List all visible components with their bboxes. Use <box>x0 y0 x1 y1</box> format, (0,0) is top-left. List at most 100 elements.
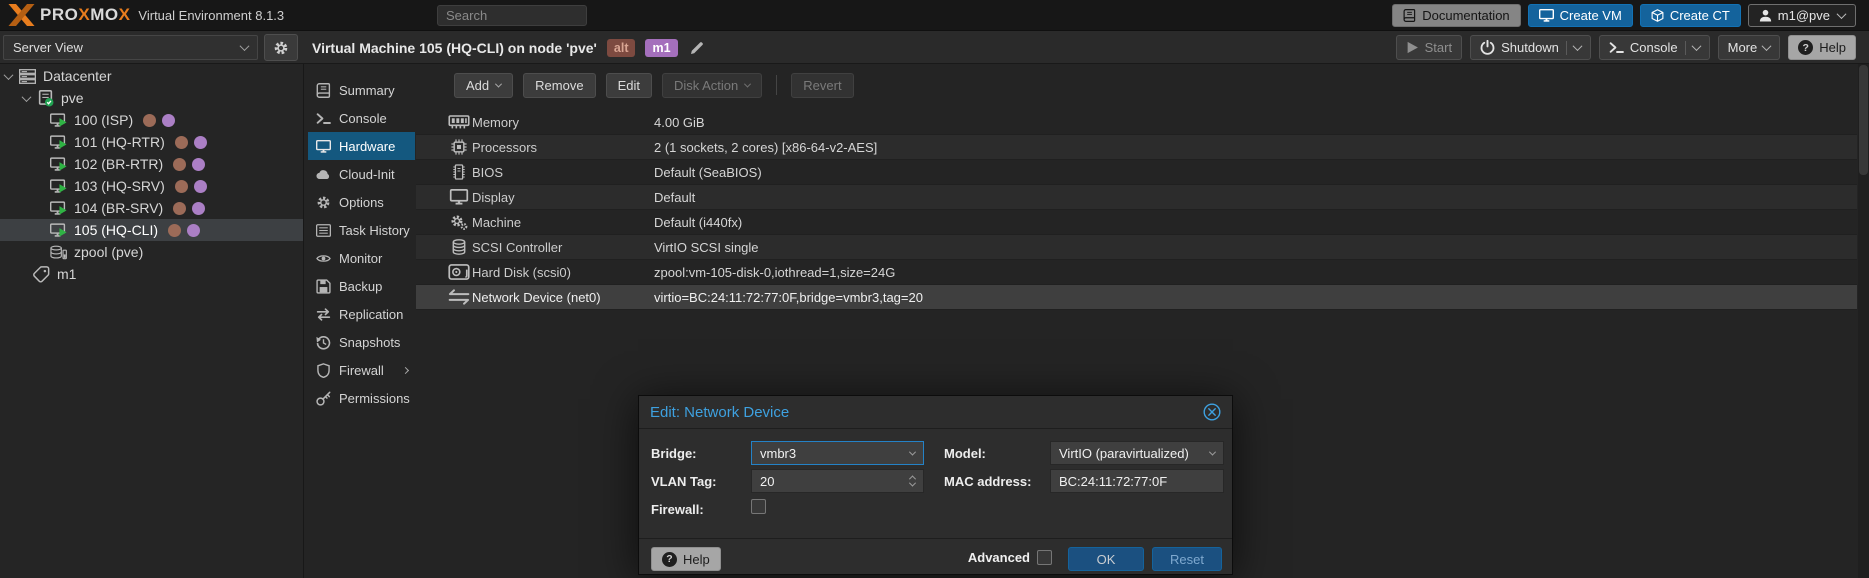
tag-dot-alt <box>175 180 188 193</box>
more-button[interactable]: More <box>1718 35 1781 60</box>
settings-gear-button[interactable] <box>264 34 298 61</box>
tree-item-storage-zpool[interactable]: zpool (pve) <box>0 241 303 263</box>
hardware-row-memory[interactable]: Memory4.00 GiB <box>416 110 1857 135</box>
spinner-arrows-icon[interactable] <box>910 475 915 487</box>
tree-item-vm-105[interactable]: 105 (HQ-CLI) <box>0 219 303 241</box>
firewall-checkbox[interactable] <box>751 499 766 514</box>
view-selector[interactable]: Server View <box>3 35 258 60</box>
eye-icon <box>316 251 331 266</box>
advanced-label: Advanced <box>968 550 1030 565</box>
tree-item-vm-100[interactable]: 100 (ISP) <box>0 109 303 131</box>
terminal-icon <box>1609 40 1624 55</box>
menu-item-firewall[interactable]: Firewall <box>308 356 415 384</box>
menu-item-options[interactable]: Options <box>308 188 415 216</box>
hardware-table: Memory4.00 GiB Processors2 (1 sockets, 2… <box>416 110 1857 310</box>
add-button[interactable]: Add <box>454 73 513 98</box>
tree-item-vm-101[interactable]: 101 (HQ-RTR) <box>0 131 303 153</box>
menu-item-summary[interactable]: Summary <box>308 76 415 104</box>
datacenter-icon <box>19 68 36 85</box>
tag-dot-alt <box>143 114 156 127</box>
power-icon <box>1480 40 1495 55</box>
documentation-button[interactable]: Documentation <box>1392 4 1520 27</box>
breadcrumb: Virtual Machine 105 (HQ-CLI) on node 'pv… <box>312 40 597 56</box>
dialog-header[interactable]: Edit: Network Device <box>639 396 1232 429</box>
tree-item-datacenter[interactable]: Datacenter <box>0 65 303 87</box>
chevron-down-icon <box>495 80 502 87</box>
tag-dot-alt <box>173 158 186 171</box>
tree-item-vm-104[interactable]: 104 (BR-SRV) <box>0 197 303 219</box>
bridge-combo[interactable]: vmbr3 <box>751 441 924 465</box>
hardware-row-machine[interactable]: MachineDefault (i440fx) <box>416 210 1857 235</box>
hardware-row-hard-disk[interactable]: Hard Disk (scsi0)zpool:vm-105-disk-0,iot… <box>416 260 1857 285</box>
advanced-option: Advanced <box>968 550 1052 565</box>
hardware-row-display[interactable]: DisplayDefault <box>416 185 1857 210</box>
book-icon <box>316 83 331 98</box>
hardware-row-processors[interactable]: Processors2 (1 sockets, 2 cores) [x86-64… <box>416 135 1857 160</box>
caret-expanded-icon[interactable] <box>22 92 32 102</box>
list-icon <box>316 223 331 238</box>
scrollbar-thumb[interactable] <box>1859 65 1868 175</box>
search-input[interactable] <box>437 5 587 26</box>
menu-item-task-history[interactable]: Task History <box>308 216 415 244</box>
menu-item-snapshots[interactable]: Snapshots <box>308 328 415 356</box>
menu-item-cloud-init[interactable]: Cloud-Init <box>308 160 415 188</box>
edit-tags-pencil-icon[interactable] <box>690 41 704 55</box>
create-ct-button[interactable]: Create CT <box>1640 4 1741 27</box>
vm-menu: Summary Console Hardware Cloud-Init Opti… <box>308 76 415 412</box>
menu-item-permissions[interactable]: Permissions <box>308 384 415 412</box>
view-bar: Server View Virtual Machine 105 (HQ-CLI)… <box>0 31 1869 64</box>
vlan-tag-spinner[interactable]: 20 <box>751 469 924 493</box>
mac-address-field[interactable]: BC:24:11:72:77:0F <box>1050 469 1224 493</box>
tree-item-vm-103[interactable]: 103 (HQ-SRV) <box>0 175 303 197</box>
database-icon <box>446 239 472 255</box>
tag-alt: alt <box>607 39 636 57</box>
advanced-checkbox[interactable] <box>1037 550 1052 565</box>
dialog-title: Edit: Network Device <box>650 404 789 421</box>
user-menu-button[interactable]: m1@pve <box>1748 4 1856 27</box>
remove-button[interactable]: Remove <box>523 73 595 98</box>
help-button[interactable]: ?Help <box>1788 35 1856 60</box>
tag-dot-alt <box>173 202 186 215</box>
console-button[interactable]: Console <box>1599 35 1710 60</box>
gear-icon <box>316 195 331 210</box>
cpu-icon <box>446 139 472 155</box>
model-combo[interactable]: VirtIO (paravirtualized) <box>1050 441 1224 465</box>
vm-running-icon <box>50 200 67 217</box>
close-icon[interactable] <box>1203 403 1221 421</box>
revert-button[interactable]: Revert <box>791 73 853 98</box>
hardware-row-bios[interactable]: BIOSDefault (SeaBIOS) <box>416 160 1857 185</box>
replication-arrows-icon <box>316 307 331 322</box>
menu-item-replication[interactable]: Replication <box>308 300 415 328</box>
edit-button[interactable]: Edit <box>606 73 652 98</box>
shutdown-button[interactable]: Shutdown <box>1470 35 1591 60</box>
tree-item-pool-m1[interactable]: m1 <box>0 263 303 285</box>
caret-expanded-icon[interactable] <box>4 70 14 80</box>
menu-item-backup[interactable]: Backup <box>308 272 415 300</box>
memory-icon <box>446 114 472 130</box>
menu-item-hardware[interactable]: Hardware <box>308 132 415 160</box>
chevron-down-icon <box>1209 448 1216 455</box>
hardware-toolbar: Add Remove Edit Disk Action Revert <box>416 72 854 98</box>
tree-item-vm-102[interactable]: 102 (BR-RTR) <box>0 153 303 175</box>
tag-dot-m1 <box>194 136 207 149</box>
ok-button[interactable]: OK <box>1068 547 1144 571</box>
create-vm-button[interactable]: Create VM <box>1528 4 1633 27</box>
dialog-help-button[interactable]: ?Help <box>651 547 721 571</box>
menu-item-monitor[interactable]: Monitor <box>308 244 415 272</box>
reset-button[interactable]: Reset <box>1152 547 1222 571</box>
chevron-down-icon <box>909 448 916 455</box>
start-button[interactable]: Start <box>1396 35 1462 60</box>
vertical-scrollbar[interactable] <box>1858 64 1869 578</box>
book-icon <box>1403 9 1416 22</box>
hardware-row-scsi-controller[interactable]: SCSI ControllerVirtIO SCSI single <box>416 235 1857 260</box>
floppy-icon <box>316 279 331 294</box>
model-label: Model: <box>944 446 986 461</box>
storage-icon <box>50 244 67 261</box>
chevron-down-icon <box>1691 41 1701 51</box>
gears-icon <box>446 214 472 230</box>
vm-running-icon <box>50 112 67 129</box>
menu-item-console[interactable]: Console <box>308 104 415 132</box>
hardware-row-network-device[interactable]: Network Device (net0)virtio=BC:24:11:72:… <box>416 285 1857 310</box>
tree-item-pve[interactable]: pve <box>0 87 303 109</box>
disk-action-button[interactable]: Disk Action <box>662 73 762 98</box>
